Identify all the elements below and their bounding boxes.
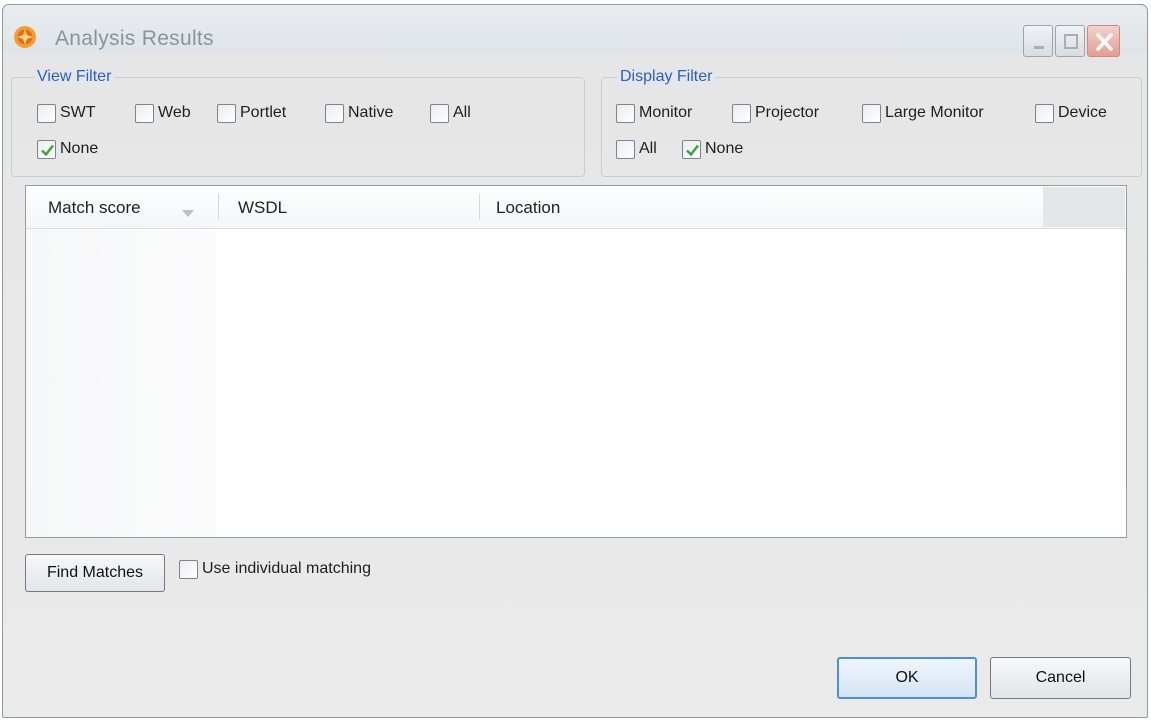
view-filter-swt-checkbox[interactable]: SWT [37, 102, 96, 124]
table-body[interactable] [26, 229, 216, 537]
results-table[interactable]: Match score WSDL Location [25, 185, 1127, 538]
checkbox-box[interactable] [732, 103, 751, 123]
checkbox-box[interactable] [179, 559, 198, 579]
column-divider[interactable] [218, 194, 219, 220]
column-divider[interactable] [479, 194, 480, 220]
checkbox-box[interactable] [217, 103, 236, 123]
close-icon [1096, 33, 1113, 51]
use-individual-matching-checkbox[interactable]: Use individual matching [179, 558, 371, 580]
checkbox-box[interactable] [616, 139, 635, 159]
close-button[interactable] [1087, 25, 1120, 57]
checkmark-icon [686, 144, 699, 156]
display-filter-none-checkbox[interactable]: None [682, 138, 743, 160]
display-filter-group: Display Filter Monitor Projector Large M… [601, 68, 1142, 177]
ok-button[interactable]: OK [837, 657, 977, 699]
column-header-match-score[interactable]: Match score [48, 198, 141, 218]
analysis-results-dialog: Analysis Results View Filter SWT Web Por… [2, 4, 1148, 718]
checkmark-icon [41, 144, 54, 156]
view-filter-portlet-checkbox[interactable]: Portlet [217, 102, 286, 124]
minimize-button[interactable] [1023, 25, 1053, 57]
display-filter-monitor-checkbox[interactable]: Monitor [616, 102, 692, 124]
find-matches-button[interactable]: Find Matches [25, 554, 165, 592]
checkbox-box[interactable] [862, 103, 881, 123]
checkbox-box[interactable] [37, 103, 56, 123]
checkbox-box[interactable] [1035, 103, 1054, 123]
window-title: Analysis Results [55, 27, 214, 50]
display-filter-projector-checkbox[interactable]: Projector [732, 102, 819, 124]
checkbox-box[interactable] [682, 139, 701, 159]
view-filter-native-checkbox[interactable]: Native [325, 102, 393, 124]
checkbox-box[interactable] [135, 103, 154, 123]
display-filter-legend: Display Filter [617, 68, 716, 86]
checkbox-box[interactable] [37, 139, 56, 159]
table-header: Match score WSDL Location [26, 186, 1126, 229]
display-filter-device-checkbox[interactable]: Device [1035, 102, 1107, 124]
column-header-filler [1043, 187, 1125, 227]
view-filter-web-checkbox[interactable]: Web [135, 102, 191, 124]
checkbox-box[interactable] [325, 103, 344, 123]
column-header-wsdl[interactable]: WSDL [238, 198, 287, 218]
checkbox-box[interactable] [616, 103, 635, 123]
display-filter-all-checkbox[interactable]: All [616, 138, 657, 160]
view-filter-none-checkbox[interactable]: None [37, 138, 98, 160]
maximize-icon [1064, 34, 1078, 49]
cancel-button[interactable]: Cancel [990, 657, 1131, 699]
column-header-location[interactable]: Location [496, 198, 560, 218]
app-logo-icon [13, 25, 37, 49]
checkbox-box[interactable] [430, 103, 449, 123]
display-filter-large-monitor-checkbox[interactable]: Large Monitor [862, 102, 984, 124]
sort-descending-icon [182, 205, 194, 223]
view-filter-group: View Filter SWT Web Portlet Native All N… [11, 68, 585, 177]
maximize-button[interactable] [1055, 25, 1085, 57]
minimize-icon [1034, 46, 1044, 49]
view-filter-all-checkbox[interactable]: All [430, 102, 471, 124]
view-filter-legend: View Filter [34, 68, 115, 86]
title-bar[interactable]: Analysis Results [3, 5, 1147, 57]
